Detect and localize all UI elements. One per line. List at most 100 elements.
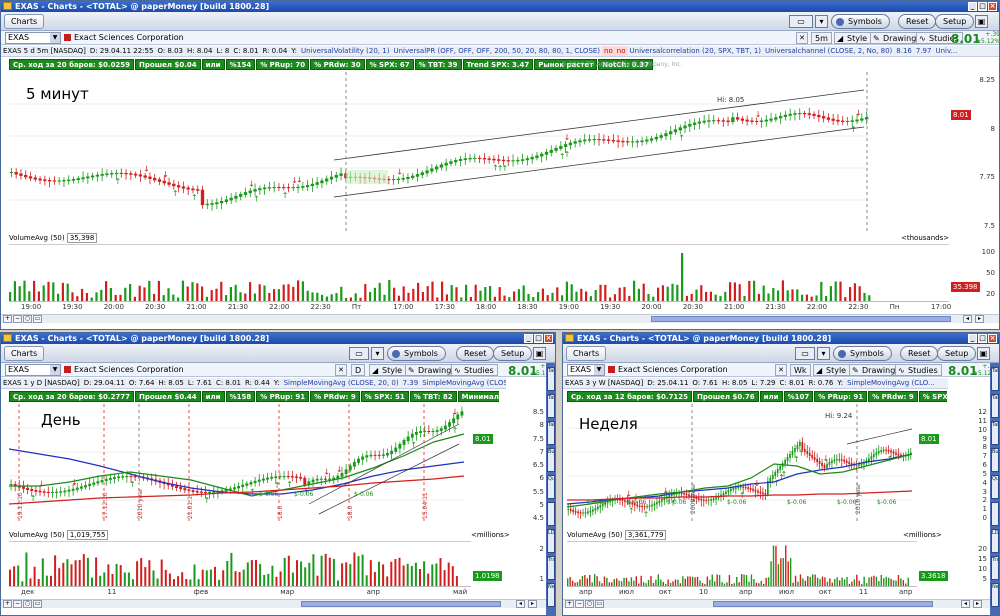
close-button[interactable]: × — [544, 334, 553, 343]
close-button[interactable]: × — [988, 334, 997, 343]
scroll-thumb[interactable] — [713, 601, 933, 607]
maximize-button[interactable]: □ — [534, 334, 543, 343]
symbol-input[interactable]: EXAS ▼ — [5, 364, 61, 376]
gadget-tab[interactable]: Tab — [991, 394, 999, 418]
zoom-in-icon[interactable]: + — [3, 600, 12, 608]
maximize-chart-icon[interactable]: ▣ — [533, 347, 546, 360]
zoom-in-icon[interactable]: + — [3, 315, 12, 323]
zoom-out-icon[interactable]: − — [13, 315, 22, 323]
fit-icon[interactable]: ▭ — [33, 600, 42, 608]
chart-scrollbar[interactable]: + − ○ ▭ ◂ ▸ — [563, 599, 990, 608]
gadget-tab[interactable]: Trade — [547, 556, 555, 580]
tab-charts[interactable]: Charts — [4, 346, 45, 361]
scroll-left-icon[interactable]: ◂ — [963, 315, 972, 323]
chevron-down-icon[interactable]: ▼ — [594, 365, 604, 375]
period-button[interactable]: D — [351, 364, 366, 376]
gadget-tab[interactable]: Quote — [991, 475, 999, 499]
candle-body — [697, 498, 700, 500]
volume-bar — [586, 578, 588, 586]
gadget-tab[interactable]: Buttons — [547, 448, 555, 472]
style-button[interactable]: ◢ Style — [813, 364, 851, 376]
symbol-input[interactable]: EXAS ▼ — [567, 364, 605, 376]
magnifier-icon[interactable]: ○ — [585, 600, 594, 608]
style-button[interactable]: ◢ Style — [834, 32, 872, 44]
gadget-tab[interactable]: Buttons — [991, 448, 999, 472]
magnifier-icon[interactable]: ○ — [23, 315, 32, 323]
gadget-tab[interactable]: Tab — [991, 367, 999, 391]
setup-button[interactable]: Setup — [935, 14, 975, 29]
fit-icon[interactable]: ▭ — [595, 600, 604, 608]
crosshair-icon[interactable]: ✕ — [775, 364, 787, 376]
scroll-right-icon[interactable]: ▸ — [973, 600, 982, 608]
gadget-tab[interactable]: News — [547, 583, 555, 607]
scroll-right-icon[interactable]: ▸ — [528, 600, 537, 608]
symbols-button[interactable]: Symbols — [831, 14, 890, 29]
maximize-button[interactable]: □ — [978, 2, 987, 11]
gadget-tab[interactable] — [547, 502, 555, 526]
gadget-tab[interactable] — [991, 502, 999, 526]
studies-button[interactable]: ∿ Studies — [451, 364, 498, 376]
layout-icon[interactable]: ▭ — [349, 347, 369, 360]
chevron-down-icon[interactable]: ▼ — [50, 33, 60, 43]
fit-icon[interactable]: ▭ — [33, 315, 42, 323]
minimize-button[interactable]: _ — [968, 2, 977, 11]
scroll-left-icon[interactable]: ◂ — [961, 600, 970, 608]
period-button[interactable]: 5m — [811, 32, 832, 44]
minimize-button[interactable]: _ — [524, 334, 533, 343]
style-button[interactable]: ◢ Style — [369, 364, 407, 376]
period-button[interactable]: Wk — [790, 364, 811, 376]
volume-bar — [716, 574, 718, 586]
candle-body — [732, 487, 735, 490]
scroll-right-icon[interactable]: ▸ — [975, 315, 984, 323]
maximize-chart-icon[interactable]: ▣ — [975, 15, 988, 28]
reset-button[interactable]: Reset — [456, 346, 495, 361]
gadget-tab[interactable]: Trade — [991, 556, 999, 580]
candle-body — [784, 460, 786, 464]
layout-icon[interactable]: ▭ — [789, 15, 813, 28]
tab-charts[interactable]: Charts — [566, 346, 607, 361]
gadget-tab[interactable]: Tab — [547, 421, 555, 445]
minimize-button[interactable]: _ — [968, 334, 977, 343]
gadget-tab[interactable]: News — [991, 583, 999, 607]
chart-scrollbar[interactable]: + − ○ ▭ ◂ ▸ — [1, 314, 999, 323]
tab-charts[interactable]: Charts — [4, 14, 45, 29]
candle-body — [530, 157, 534, 160]
gadget-tab[interactable]: Tab — [547, 394, 555, 418]
scroll-left-icon[interactable]: ◂ — [516, 600, 525, 608]
maximize-button[interactable]: □ — [978, 334, 987, 343]
candle-body — [855, 119, 859, 122]
dropdown-icon[interactable]: ▾ — [371, 347, 384, 360]
setup-button[interactable]: Setup — [493, 346, 533, 361]
studies-button[interactable]: ∿ Studies — [895, 364, 942, 376]
gadget-tab[interactable]: Tab — [547, 367, 555, 391]
symbols-button[interactable]: Symbols — [833, 346, 892, 361]
magnifier-icon[interactable]: ○ — [23, 600, 32, 608]
gadget-tab[interactable]: Tab — [991, 421, 999, 445]
scroll-thumb[interactable] — [651, 316, 951, 322]
dropdown-icon[interactable]: ▾ — [817, 347, 830, 360]
zoom-in-icon[interactable]: + — [565, 600, 574, 608]
zoom-out-icon[interactable]: − — [13, 600, 22, 608]
candle-body — [501, 159, 506, 162]
gadget-tab[interactable]: Quote — [547, 475, 555, 499]
chevron-down-icon[interactable]: ▼ — [50, 365, 60, 375]
dropdown-icon[interactable]: ▾ — [815, 15, 828, 28]
reset-button[interactable]: Reset — [898, 14, 937, 29]
layout-icon[interactable]: ▭ — [795, 347, 815, 360]
symbol-input[interactable]: EXAS ▼ — [5, 32, 61, 44]
crosshair-icon[interactable]: ✕ — [335, 364, 347, 376]
gadget-tab[interactable]: LD — [547, 529, 555, 553]
close-button[interactable]: × — [988, 2, 997, 11]
gadget-tab[interactable]: LD — [991, 529, 999, 553]
maximize-chart-icon[interactable]: ▣ — [977, 347, 990, 360]
reset-button[interactable]: Reset — [900, 346, 939, 361]
symbols-button[interactable]: Symbols — [387, 346, 446, 361]
candle-body — [826, 117, 831, 120]
info-field: D: 29.04.11 — [83, 379, 125, 387]
zoom-out-icon[interactable]: − — [575, 600, 584, 608]
crosshair-icon[interactable]: ✕ — [796, 32, 808, 44]
chart-scrollbar[interactable]: + − ○ ▭ ◂ ▸ — [1, 599, 546, 608]
scroll-thumb[interactable] — [301, 601, 501, 607]
volume-bar — [17, 565, 20, 586]
setup-button[interactable]: Setup — [937, 346, 977, 361]
